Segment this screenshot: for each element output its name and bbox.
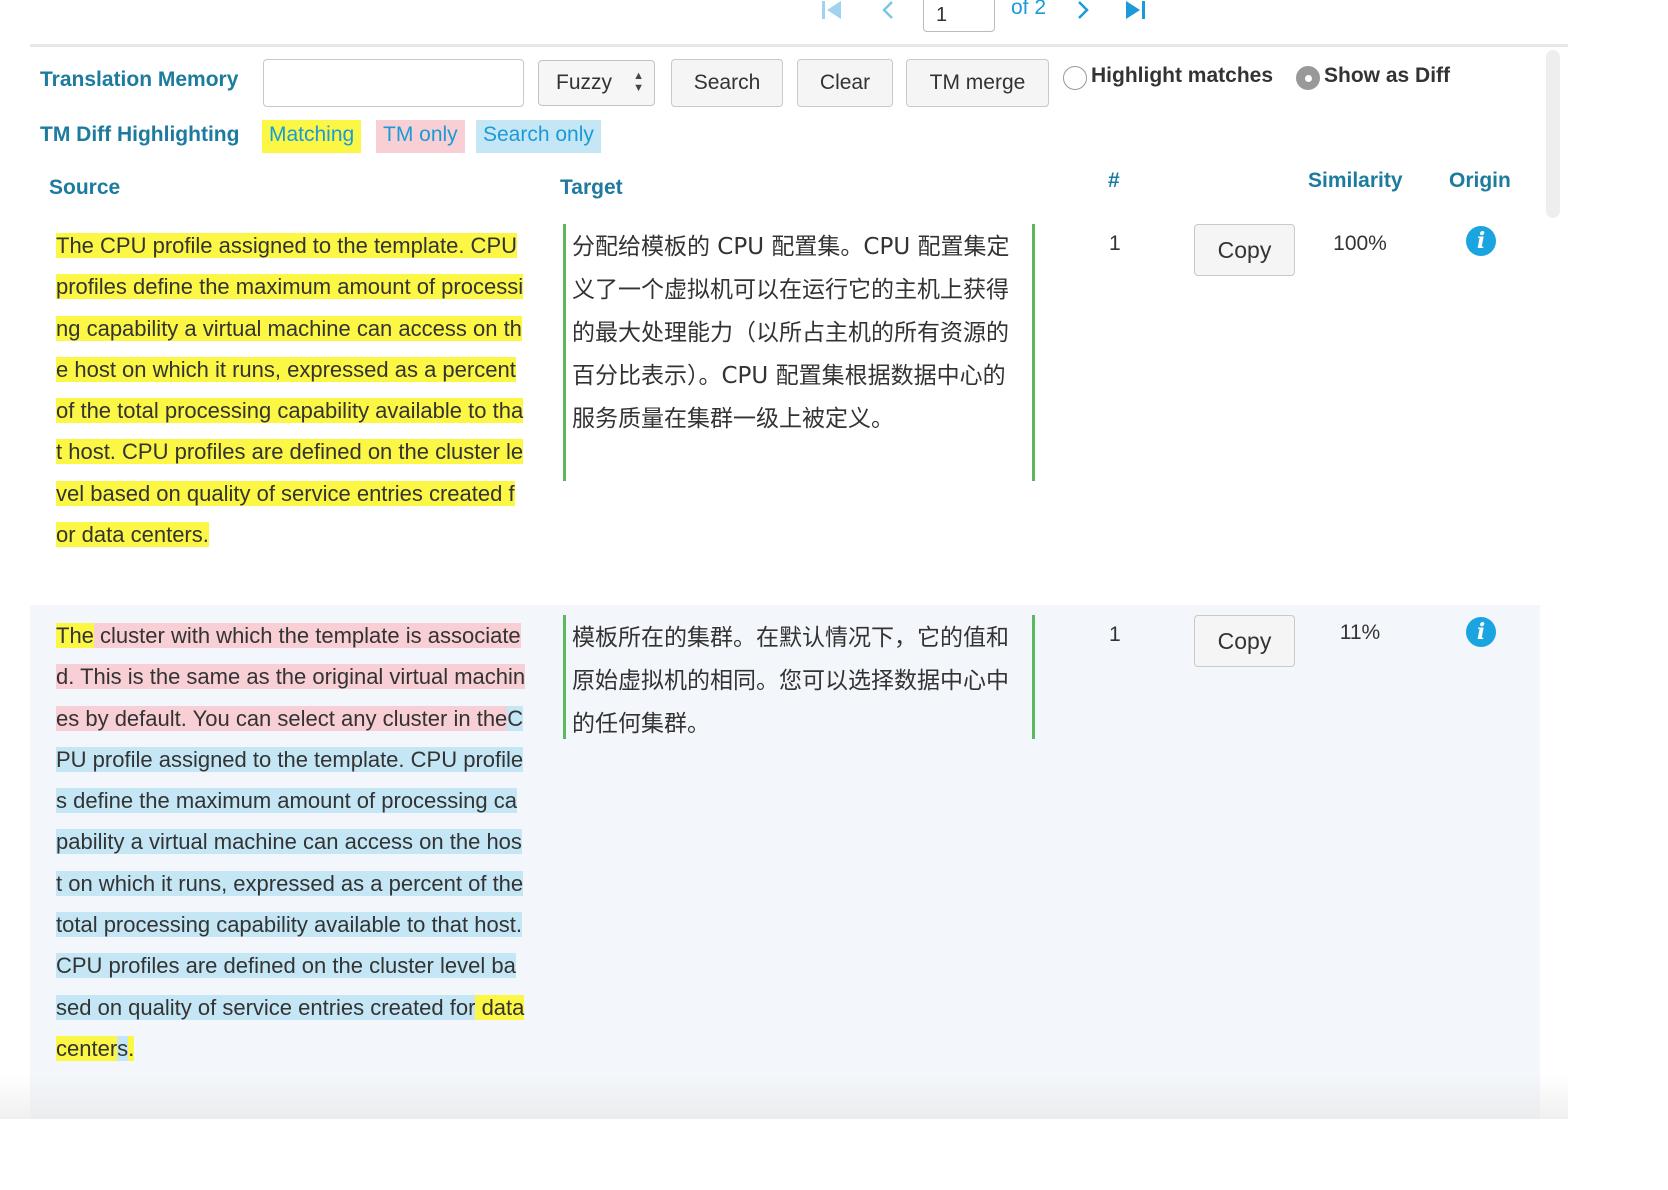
tm-search-input[interactable] [263, 59, 524, 107]
highlight-matches-label[interactable]: Highlight matches [1091, 64, 1273, 88]
scrollbar[interactable] [1546, 50, 1560, 218]
legend-search-only: Search only [476, 120, 601, 153]
column-header-source: Source [49, 176, 121, 199]
source-text: The CPU profile assigned to the template… [56, 225, 526, 555]
chevron-left-icon[interactable] [881, 0, 895, 24]
match-count: 1 [1109, 623, 1121, 646]
page-count-label: of 2 [1011, 0, 1047, 19]
divider [30, 44, 1568, 47]
tm-result-row: The cluster with which the template is a… [30, 605, 1540, 1119]
diff-tm-only-segment: cluster with which the template is assoc… [56, 623, 526, 731]
search-button[interactable]: Search [671, 59, 783, 107]
diff-matching-segment: . [128, 1035, 135, 1061]
similarity-value: 100% [1333, 232, 1387, 255]
diff-search-only-segment: s [117, 1035, 129, 1061]
legend-matching: Matching [262, 120, 362, 153]
show-as-diff-radio[interactable] [1296, 66, 1320, 90]
column-header-origin: Origin [1449, 169, 1511, 192]
copy-button[interactable]: Copy [1194, 615, 1295, 667]
copy-button[interactable]: Copy [1194, 224, 1295, 276]
column-header-target: Target [560, 176, 623, 199]
diff-matching-segment: The CPU profile assigned to the template… [56, 233, 524, 548]
tm-result-row: The CPU profile assigned to the template… [30, 222, 1540, 605]
info-icon[interactable]: i [1466, 226, 1496, 256]
source-text: The cluster with which the template is a… [56, 615, 526, 1069]
match-mode-select[interactable]: Fuzzy ▲ ▼ [538, 60, 655, 106]
match-count: 1 [1109, 232, 1121, 255]
page-number-input[interactable] [923, 0, 995, 32]
tm-merge-button[interactable]: TM merge [906, 59, 1049, 107]
legend-tm-only: TM only [376, 120, 465, 153]
target-text: 模板所在的集群。在默认情况下，它的值和原始虚拟机的相同。您可以选择数据中心中的任… [563, 615, 1035, 739]
highlight-matches-radio[interactable] [1063, 66, 1087, 90]
info-icon[interactable]: i [1466, 617, 1496, 647]
target-text: 分配给模板的 CPU 配置集。CPU 配置集定义了一个虚拟机可以在运行它的主机上… [563, 224, 1035, 481]
show-as-diff-label[interactable]: Show as Diff [1324, 64, 1450, 88]
chevron-right-icon[interactable] [1076, 0, 1090, 24]
diff-search-only-segment: CPU profile assigned to the template. CP… [56, 705, 524, 1020]
tm-diff-highlighting-label: TM Diff Highlighting [40, 123, 240, 146]
column-header-count: # [1108, 169, 1120, 192]
select-arrows-icon: ▲ ▼ [633, 70, 644, 94]
pagination: of 2 [0, 0, 1568, 44]
translation-memory-label: Translation Memory [40, 68, 239, 91]
first-page-icon[interactable] [821, 0, 843, 24]
column-header-similarity: Similarity [1308, 169, 1403, 192]
match-mode-value: Fuzzy [556, 71, 613, 94]
similarity-value: 11% [1339, 621, 1381, 644]
diff-matching-segment: The [56, 623, 94, 648]
clear-button[interactable]: Clear [797, 59, 893, 107]
last-page-icon[interactable] [1124, 0, 1146, 24]
